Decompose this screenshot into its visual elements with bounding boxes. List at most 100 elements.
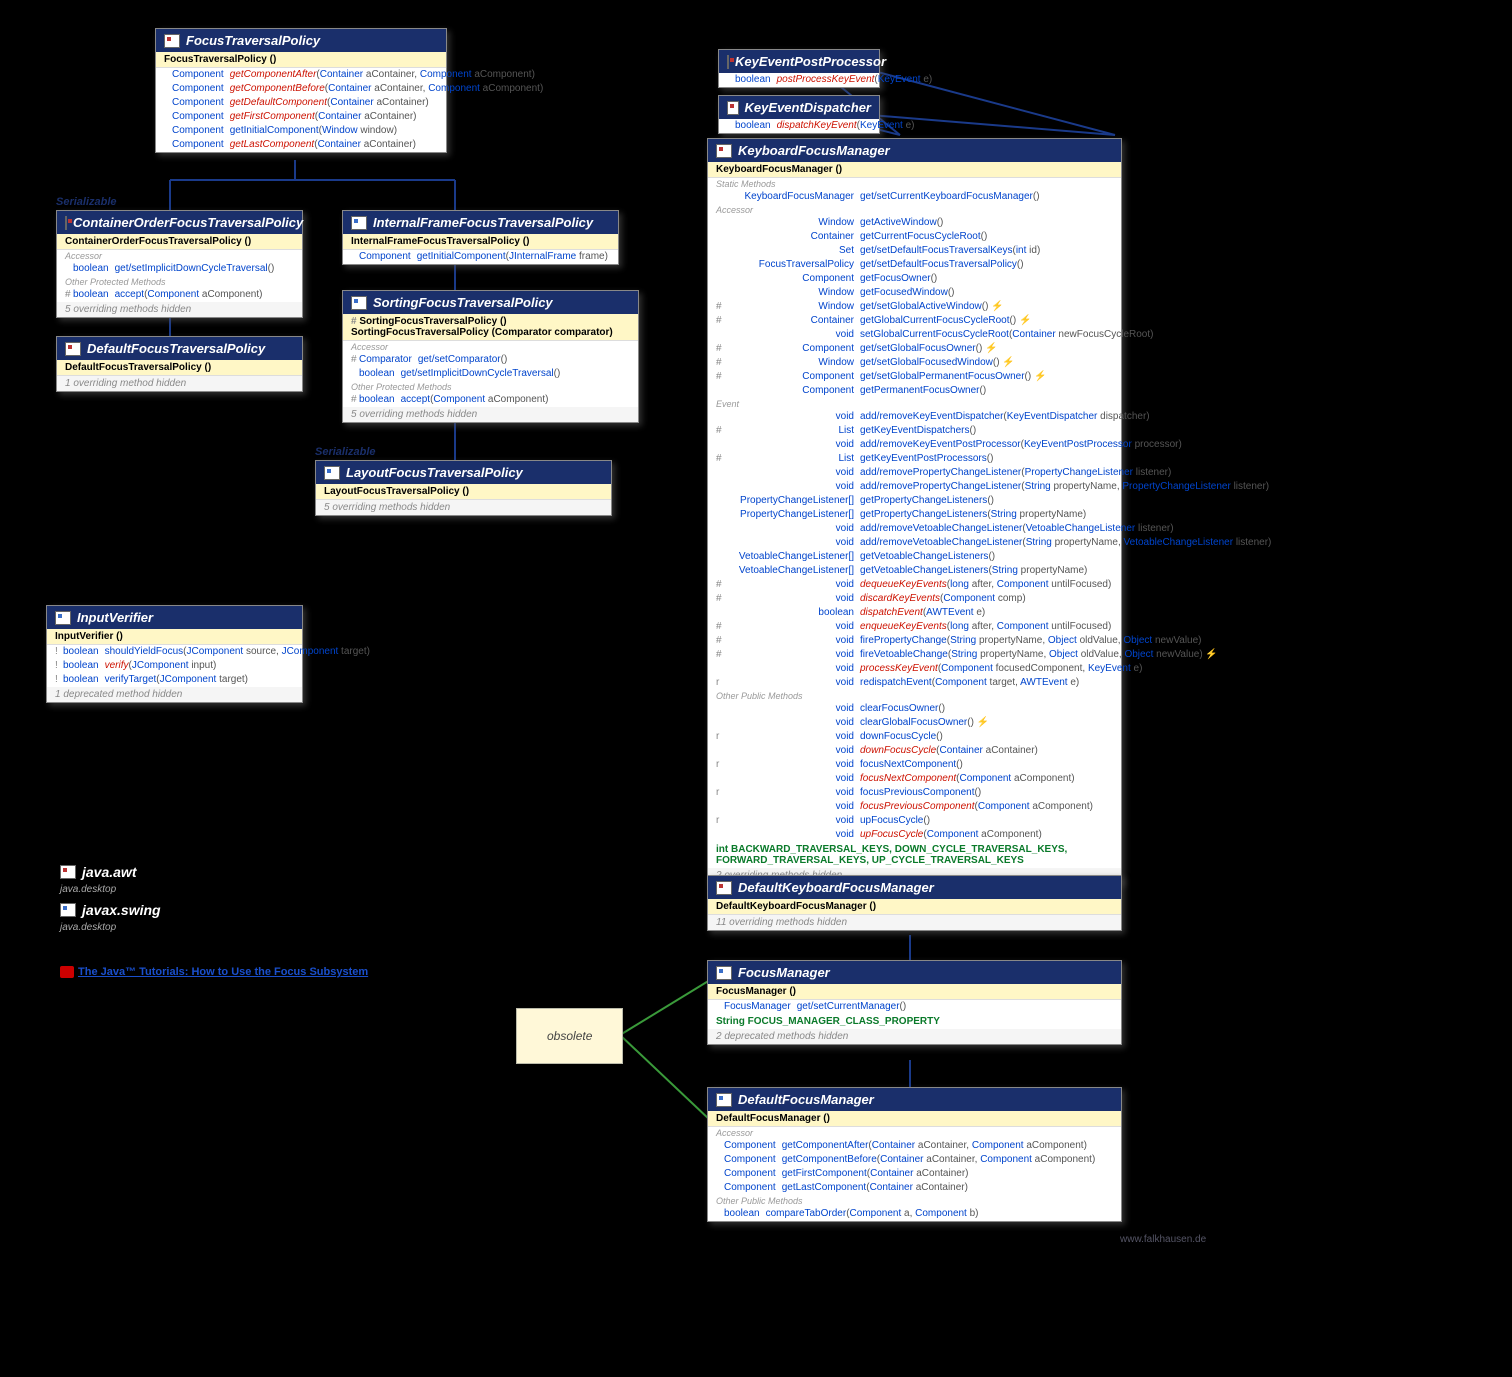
method-row: VetoableChangeListener[]getVetoableChang… — [708, 564, 1121, 578]
method-row: ComponentgetComponentAfter (Container aC… — [708, 1139, 1121, 1153]
method-row: FocusTraversalPolicyget/setDefaultFocusT… — [708, 258, 1121, 272]
method-row: #voidfirePropertyChange (String property… — [708, 634, 1121, 648]
constructor: FocusManager () — [708, 984, 1121, 1000]
method-row: booleanpostProcessKeyEvent (KeyEvent e) — [719, 73, 879, 87]
method-row: #ListgetKeyEventDispatchers () — [708, 424, 1121, 438]
method-row: voidprocessKeyEvent (Component focusedCo… — [708, 662, 1121, 676]
method-row: #voiddiscardKeyEvents (Component comp) — [708, 592, 1121, 606]
method-row: #voidfireVetoableChange (String property… — [708, 648, 1121, 662]
package-icon — [60, 903, 76, 917]
constants: String FOCUS_MANAGER_CLASS_PROPERTY — [708, 1014, 1121, 1029]
method-row: rvoiddownFocusCycle () — [708, 730, 1121, 744]
method-row: #Comparatorget/setComparator () — [343, 353, 638, 367]
method-row: WindowgetActiveWindow () — [708, 216, 1121, 230]
method-list: ComponentgetComponentAfter (Container aC… — [156, 68, 446, 152]
method-row: #voiddequeueKeyEvents (long after, Compo… — [708, 578, 1121, 592]
method-row: ComponentgetDefaultComponent (Container … — [156, 96, 446, 110]
interface-icon — [727, 55, 729, 69]
class-icon — [55, 611, 71, 625]
method-row: ComponentgetComponentBefore (Container a… — [156, 82, 446, 96]
method-row: ComponentgetComponentBefore (Container a… — [708, 1153, 1121, 1167]
package-icon — [60, 865, 76, 879]
watermark: www.falkhausen.de — [1120, 1234, 1206, 1245]
tutorial-link[interactable]: The Java™ Tutorials: How to Use the Focu… — [60, 966, 368, 978]
method-row: KeyboardFocusManagerget/setCurrentKeyboa… — [708, 190, 1121, 204]
constructor: FocusTraversalPolicy () — [156, 52, 446, 68]
legend-swing: javax.swing — [60, 902, 161, 918]
class-keyboardfocusmanager: KeyboardFocusManager KeyboardFocusManage… — [707, 138, 1122, 884]
method-row: #Windowget/setGlobalFocusedWindow () ⚡ — [708, 356, 1121, 370]
method-row: voidfocusNextComponent (Component aCompo… — [708, 772, 1121, 786]
method-row: voidfocusPreviousComponent (Component aC… — [708, 800, 1121, 814]
method-row: PropertyChangeListener[]getPropertyChang… — [708, 494, 1121, 508]
class-icon — [716, 966, 732, 980]
class-icon — [65, 342, 81, 356]
method-row: ComponentgetFirstComponent (Container aC… — [708, 1167, 1121, 1181]
class-icon — [351, 216, 367, 230]
method-row: ComponentgetInitialComponent (JInternalF… — [343, 250, 618, 264]
constructor: InternalFrameFocusTraversalPolicy () — [343, 234, 618, 250]
class-icon — [324, 466, 340, 480]
method-row: #booleanaccept (Component aComponent) — [343, 393, 638, 407]
method-row: rvoidupFocusCycle () — [708, 814, 1121, 828]
constructor: DefaultFocusTraversalPolicy () — [57, 360, 302, 376]
interface-keyeventpostprocessor: KeyEventPostProcessor booleanpostProcess… — [718, 49, 880, 88]
method-row: #ListgetKeyEventPostProcessors () — [708, 452, 1121, 466]
method-row: rvoidfocusPreviousComponent () — [708, 786, 1121, 800]
constructor: ContainerOrderFocusTraversalPolicy () — [57, 234, 302, 250]
method-row: voidadd/removeVetoableChangeListener (St… — [708, 536, 1121, 550]
legend-module: java.desktop — [60, 922, 116, 933]
class-icon — [716, 881, 732, 895]
method-row: #Componentget/setGlobalFocusOwner () ⚡ — [708, 342, 1121, 356]
method-row: voidadd/removeKeyEventDispatcher (KeyEve… — [708, 410, 1121, 424]
constructor: # SortingFocusTraversalPolicy ()SortingF… — [343, 314, 638, 341]
method-row: #booleanaccept (Component aComponent) — [57, 288, 302, 302]
method-row: voidsetGlobalCurrentFocusCycleRoot (Cont… — [708, 328, 1121, 342]
oracle-icon — [60, 966, 74, 978]
method-row: #Componentget/setGlobalPermanentFocusOwn… — [708, 370, 1121, 384]
method-row: voidadd/removeVetoableChangeListener (Ve… — [708, 522, 1121, 536]
method-row: voidclearFocusOwner () — [708, 702, 1121, 716]
constructor: DefaultFocusManager () — [708, 1111, 1121, 1127]
method-row: ContainergetCurrentFocusCycleRoot () — [708, 230, 1121, 244]
class-title: FocusTraversalPolicy — [156, 29, 446, 52]
constructor: KeyboardFocusManager () — [708, 162, 1121, 178]
method-row: PropertyChangeListener[]getPropertyChang… — [708, 508, 1121, 522]
method-row: booleandispatchEvent (AWTEvent e) — [708, 606, 1121, 620]
class-icon — [351, 296, 367, 310]
method-row: booleanget/setImplicitDownCycleTraversal… — [343, 367, 638, 381]
class-icon — [164, 34, 180, 48]
method-row: ComponentgetLastComponent (Container aCo… — [156, 138, 446, 152]
interface-keyeventdispatcher: KeyEventDispatcher booleandispatchKeyEve… — [718, 95, 880, 134]
class-focusmanager: FocusManager FocusManager () FocusManage… — [707, 960, 1122, 1045]
method-row: ComponentgetInitialComponent (Window win… — [156, 124, 446, 138]
class-icon — [716, 1093, 732, 1107]
method-row: voidadd/removePropertyChangeListener (Pr… — [708, 466, 1121, 480]
class-icon — [716, 144, 732, 158]
class-inputverifier: InputVerifier InputVerifier () !booleans… — [46, 605, 303, 703]
method-row: !booleanverify (JComponent input) — [47, 659, 302, 673]
method-row: #Windowget/setGlobalActiveWindow () ⚡ — [708, 300, 1121, 314]
method-row: #voidenqueueKeyEvents (long after, Compo… — [708, 620, 1121, 634]
method-row: VetoableChangeListener[]getVetoableChang… — [708, 550, 1121, 564]
method-row: rvoidfocusNextComponent () — [708, 758, 1121, 772]
constructor: DefaultKeyboardFocusManager () — [708, 899, 1121, 915]
class-containerorderftp: ContainerOrderFocusTraversalPolicy Conta… — [56, 210, 303, 318]
method-row: rvoidredispatchEvent (Component target, … — [708, 676, 1121, 690]
method-row: FocusManagerget/setCurrentManager () — [708, 1000, 1121, 1014]
method-row: voidclearGlobalFocusOwner () ⚡ — [708, 716, 1121, 730]
method-row: booleancompareTabOrder (Component a, Com… — [708, 1207, 1121, 1221]
method-row: !booleanshouldYieldFocus (JComponent sou… — [47, 645, 302, 659]
constructor: InputVerifier () — [47, 629, 302, 645]
class-defaultftp: DefaultFocusTraversalPolicy DefaultFocus… — [56, 336, 303, 392]
method-row: ComponentgetPermanentFocusOwner () — [708, 384, 1121, 398]
method-row: #ContainergetGlobalCurrentFocusCycleRoot… — [708, 314, 1121, 328]
class-focustraversalpolicy: FocusTraversalPolicy FocusTraversalPolic… — [155, 28, 447, 153]
method-row: ComponentgetComponentAfter (Container aC… — [156, 68, 446, 82]
obsolete-note: obsolete — [516, 1008, 623, 1064]
constants: int BACKWARD_TRAVERSAL_KEYS, DOWN_CYCLE_… — [708, 842, 1121, 868]
method-row: voidadd/removePropertyChangeListener (St… — [708, 480, 1121, 494]
class-defaultkeyboardfocusmanager: DefaultKeyboardFocusManager DefaultKeybo… — [707, 875, 1122, 931]
method-row: booleanget/setImplicitDownCycleTraversal… — [57, 262, 302, 276]
method-row: voidadd/removeKeyEventPostProcessor (Key… — [708, 438, 1121, 452]
